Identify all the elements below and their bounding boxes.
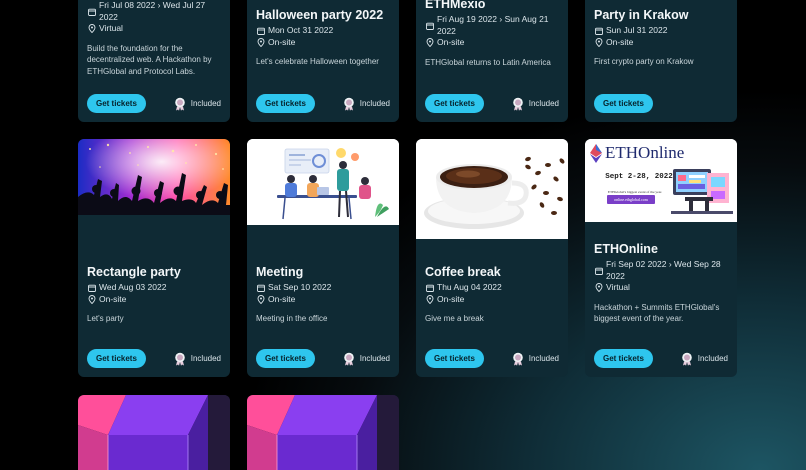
event-card[interactable]: ETHOnline Sept 2-28, 2022 ETHGlobal's bi… — [585, 139, 737, 377]
event-image-ethonline-banner: ETHOnline Sept 2-28, 2022 ETHGlobal's bi… — [585, 139, 737, 222]
included-badge: Included — [512, 97, 559, 111]
event-description: First crypto party on Krakow — [594, 57, 694, 66]
event-title: Halloween party 2022 — [256, 8, 384, 22]
map-pin-icon — [256, 37, 265, 49]
included-badge: Included — [343, 352, 390, 366]
event-image-meeting-illustration — [247, 139, 399, 225]
event-title: ETHMexio — [425, 0, 486, 11]
event-title: Rectangle party — [87, 265, 181, 279]
event-title: Meeting — [256, 265, 304, 279]
calendar-icon — [425, 14, 434, 37]
map-pin-icon — [256, 294, 265, 306]
map-pin-icon — [594, 282, 603, 294]
calendar-icon — [256, 25, 265, 37]
get-tickets-button[interactable]: Get tickets — [256, 349, 315, 368]
event-card[interactable] — [78, 395, 230, 470]
event-image-abstract-cube — [78, 395, 230, 470]
event-card[interactable] — [247, 395, 399, 470]
calendar-icon — [594, 25, 603, 37]
get-tickets-button[interactable]: Get tickets — [87, 349, 146, 368]
included-badge: Included — [343, 97, 390, 111]
calendar-icon — [594, 259, 603, 282]
event-title: ETHOnline — [594, 242, 658, 256]
event-image-coffee-cup — [416, 139, 568, 239]
get-tickets-button[interactable]: Get tickets — [594, 94, 653, 113]
event-image-party-crowd — [78, 139, 230, 215]
event-date: Thu Aug 04 2022 — [425, 282, 559, 294]
ticket-badge-icon — [512, 97, 524, 111]
event-description: ETHGlobal returns to Latin America — [425, 57, 551, 67]
ticket-badge-icon — [174, 97, 186, 111]
included-badge: Included — [681, 352, 728, 366]
ethonline-banner-url: online.ethglobal.com — [614, 197, 648, 202]
event-card[interactable]: Halloween party 2022 Mon Oct 31 2022 On-… — [247, 0, 399, 122]
get-tickets-button[interactable]: Get tickets — [256, 94, 315, 113]
calendar-icon — [87, 0, 96, 23]
event-description: Let's celebrate Halloween together — [256, 57, 379, 66]
get-tickets-button[interactable]: Get tickets — [87, 94, 146, 113]
event-location: On-site — [425, 294, 559, 306]
event-date: Fri Aug 19 2022 › Sun Aug 21 2022 — [425, 14, 559, 37]
event-description: Give me a break — [425, 314, 484, 323]
event-card[interactable]: Rectangle party Wed Aug 03 2022 On-site … — [78, 139, 230, 377]
get-tickets-button[interactable]: Get tickets — [425, 94, 484, 113]
event-description: Hackathon + Summits ETHGlobal's biggest … — [594, 302, 720, 324]
get-tickets-button[interactable]: Get tickets — [425, 349, 484, 368]
event-date: Sun Jul 31 2022 — [594, 25, 728, 37]
ethonline-banner-dates: Sept 2-28, 2022 — [605, 173, 673, 181]
event-date: Mon Oct 31 2022 — [256, 25, 390, 37]
map-pin-icon — [87, 294, 96, 306]
calendar-icon — [425, 282, 434, 294]
event-description: Build the foundation for the decentraliz… — [87, 43, 212, 76]
event-location: On-site — [594, 37, 728, 49]
ticket-badge-icon — [512, 352, 524, 366]
ticket-badge-icon — [174, 352, 186, 366]
ethonline-banner-tagline: ETHGlobal's biggest event of the year. — [607, 190, 663, 194]
ticket-badge-icon — [343, 97, 355, 111]
event-location: On-site — [87, 294, 221, 306]
event-description: Let's party — [87, 314, 124, 323]
event-title: Party in Krakow — [594, 8, 689, 22]
event-date: Fri Jul 08 2022 › Wed Jul 27 2022 — [87, 0, 221, 23]
ethonline-brand: ETHOnline — [605, 143, 685, 162]
event-location: On-site — [256, 294, 390, 306]
event-image-abstract-cube — [247, 395, 399, 470]
event-title: Coffee break — [425, 265, 501, 279]
event-card[interactable]: ETHMexio Fri Aug 19 2022 › Sun Aug 21 20… — [416, 0, 568, 122]
event-location: Virtual — [594, 282, 728, 294]
map-pin-icon — [425, 294, 434, 306]
ticket-badge-icon — [681, 352, 693, 366]
map-pin-icon — [425, 37, 434, 49]
get-tickets-button[interactable]: Get tickets — [594, 349, 653, 368]
calendar-icon — [87, 282, 96, 294]
event-location: On-site — [256, 37, 390, 49]
event-card[interactable]: Meeting Sat Sep 10 2022 On-site Meeting … — [247, 139, 399, 377]
event-card[interactable]: Fri Jul 08 2022 › Wed Jul 27 2022 Virtua… — [78, 0, 230, 122]
included-badge: Included — [512, 352, 559, 366]
map-pin-icon — [594, 37, 603, 49]
calendar-icon — [256, 282, 265, 294]
event-date: Fri Sep 02 2022 › Wed Sep 28 2022 — [594, 259, 728, 282]
event-card[interactable]: Coffee break Thu Aug 04 2022 On-site Giv… — [416, 139, 568, 377]
event-description: Meeting in the office — [256, 314, 328, 323]
event-location: Virtual — [87, 23, 221, 35]
included-badge: Included — [174, 97, 221, 111]
event-date: Wed Aug 03 2022 — [87, 282, 221, 294]
event-location: On-site — [425, 37, 559, 49]
ticket-badge-icon — [343, 352, 355, 366]
map-pin-icon — [87, 23, 96, 35]
event-date: Sat Sep 10 2022 — [256, 282, 390, 294]
included-badge: Included — [174, 352, 221, 366]
event-card[interactable]: Party in Krakow Sun Jul 31 2022 On-site … — [585, 0, 737, 122]
